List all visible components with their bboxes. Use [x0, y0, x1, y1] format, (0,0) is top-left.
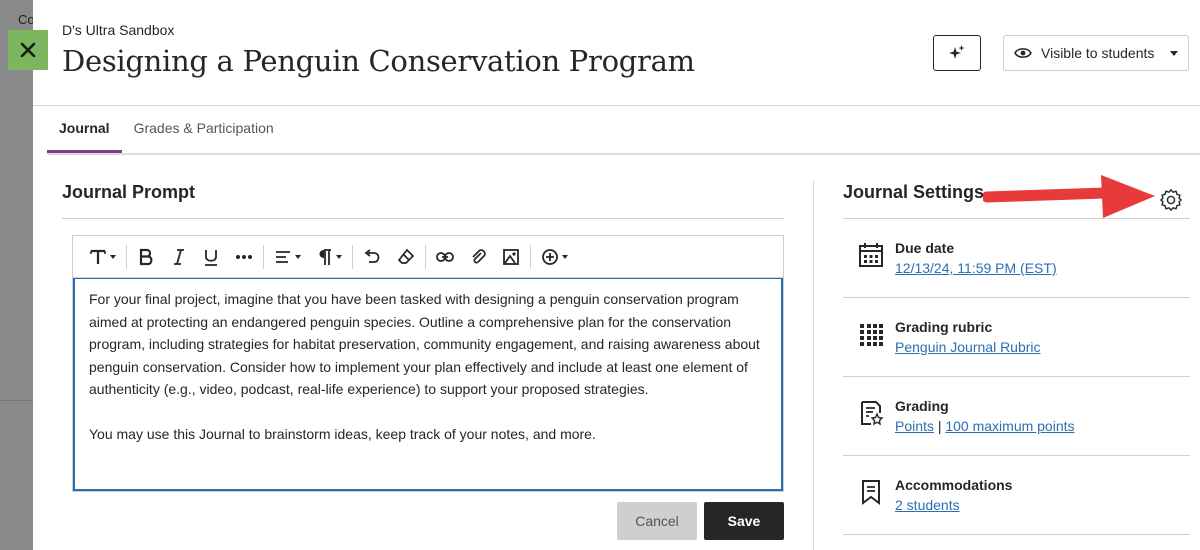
bookmark-icon [862, 480, 880, 505]
prompt-paragraph: For your final project, imagine that you… [89, 291, 760, 397]
prompt-paragraph: You may use this Journal to brainstorm i… [89, 425, 596, 442]
insert-link-button[interactable] [428, 242, 462, 272]
attach-icon [472, 248, 486, 263]
rich-text-editor: For your final project, imagine that you… [72, 235, 784, 492]
underline-icon [205, 249, 217, 266]
toolbar-separator [126, 244, 127, 269]
more-formatting-button[interactable] [227, 242, 261, 272]
clear-formatting-button[interactable] [389, 242, 423, 272]
save-button[interactable]: Save [704, 502, 784, 540]
chevron-down-icon [562, 254, 568, 259]
grading-scheme-link[interactable]: Points [895, 418, 934, 434]
ai-assist-button[interactable] [933, 35, 981, 71]
journal-panel: D's Ultra Sandbox Designing a Penguin Co… [33, 0, 1200, 550]
chevron-down-icon [1170, 50, 1178, 56]
close-button[interactable] [8, 30, 48, 70]
maximum-points-link[interactable]: 100 maximum points [945, 418, 1074, 434]
accommodations-setting: Accommodations 2 students [843, 456, 1190, 535]
gear-icon [1160, 189, 1182, 211]
tabs-divider [47, 153, 1200, 155]
tab-journal[interactable]: Journal [47, 106, 122, 153]
chevron-down-icon [336, 254, 342, 259]
attach-file-button[interactable] [462, 242, 494, 272]
italic-icon [174, 248, 184, 265]
text-style-icon [90, 249, 106, 264]
undo-icon [364, 248, 380, 263]
sparkle-icon [949, 45, 965, 59]
paragraph-button[interactable] [309, 242, 350, 272]
prompt-divider [62, 218, 784, 219]
settings-button[interactable] [1157, 186, 1185, 214]
accommodations-link[interactable]: 2 students [895, 497, 960, 513]
italic-button[interactable] [163, 242, 195, 272]
grading-setting: Grading Points | 100 maximum points [843, 377, 1190, 456]
paragraph-icon [319, 248, 331, 265]
grading-rubric-link[interactable]: Penguin Journal Rubric [895, 339, 1041, 355]
column-divider [813, 180, 814, 550]
calendar-icon [859, 243, 883, 267]
insert-icon [542, 248, 558, 265]
eye-icon [1014, 48, 1032, 58]
editor-toolbar [73, 236, 783, 278]
journal-settings-heading: Journal Settings [843, 182, 985, 202]
grading-rubric-setting: Grading rubric Penguin Journal Rubric [843, 298, 1190, 377]
toolbar-separator [425, 244, 426, 269]
text-style-button[interactable] [81, 242, 124, 272]
eraser-icon [397, 248, 415, 264]
insert-image-button[interactable] [494, 242, 528, 272]
align-icon [276, 250, 290, 263]
page-title: Designing a Penguin Conservation Program [62, 44, 695, 78]
bold-button[interactable] [129, 242, 163, 272]
grading-separator: | [937, 418, 942, 434]
more-icon [236, 254, 252, 259]
due-date-link[interactable]: 12/13/24, 11:59 PM (EST) [895, 260, 1057, 276]
due-date-label: Due date [895, 240, 955, 256]
grading-label: Grading [895, 398, 949, 414]
toolbar-separator [530, 244, 531, 269]
annotation-arrow-icon [983, 175, 1155, 218]
tab-grades-participation[interactable]: Grades & Participation [122, 106, 286, 153]
chevron-down-icon [295, 254, 301, 259]
journal-prompt-text-area[interactable]: For your final project, imagine that you… [73, 278, 783, 491]
toolbar-separator [263, 244, 264, 269]
close-icon [20, 42, 36, 58]
accommodations-label: Accommodations [895, 477, 1013, 493]
undo-button[interactable] [355, 242, 389, 272]
toolbar-separator [352, 244, 353, 269]
insert-content-button[interactable] [533, 242, 576, 272]
visibility-dropdown[interactable]: Visible to students [1003, 35, 1189, 71]
course-name: D's Ultra Sandbox [62, 22, 175, 38]
grading-rubric-label: Grading rubric [895, 319, 993, 335]
image-icon [503, 248, 519, 265]
bold-icon [139, 248, 153, 265]
tab-bar: Journal Grades & Participation [47, 106, 286, 154]
visibility-label: Visible to students [1041, 45, 1155, 61]
align-button[interactable] [266, 242, 309, 272]
due-date-setting: Due date 12/13/24, 11:59 PM (EST) [843, 219, 1190, 298]
link-icon [436, 251, 454, 262]
cancel-button[interactable]: Cancel [617, 502, 697, 540]
chevron-down-icon [110, 254, 116, 259]
grading-values: Points | 100 maximum points [895, 418, 1075, 434]
rubric-grid-icon [860, 324, 883, 346]
journal-prompt-heading: Journal Prompt [62, 182, 196, 202]
grading-icon [861, 401, 884, 426]
underline-button[interactable] [195, 242, 227, 272]
